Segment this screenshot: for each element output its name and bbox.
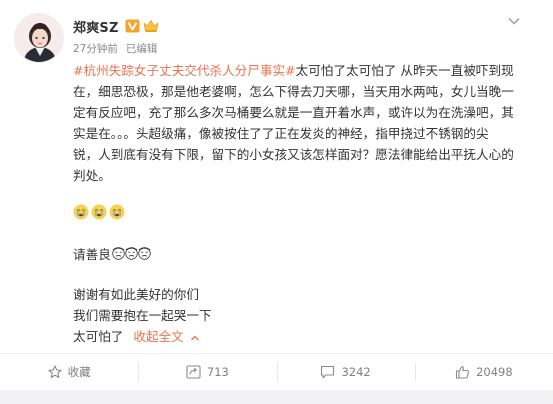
- sad-face-icon: [125, 247, 138, 260]
- edited-label: 已编辑: [125, 43, 158, 55]
- like-button[interactable]: 20498: [414, 354, 553, 390]
- collapse-label: 收起全文: [133, 329, 184, 344]
- repost-icon: [186, 365, 201, 379]
- body-line: 锐，人到底有没有下限，留下的小女孩又该怎样面对？愿法律能给出平抚人心的: [73, 147, 514, 162]
- body-line: 定有反应吧，充了那么多次马桶要么就是一直开着水声，或许以为在洗澡吧，其: [73, 105, 514, 120]
- post-time[interactable]: 27分钟前: [73, 41, 118, 56]
- repost-count: 713: [206, 365, 229, 379]
- body-line: 在，细思恐极，那是他老婆啊，怎么下得去刀天哪，当天用水两吨，女儿当晚一: [73, 84, 514, 99]
- star-icon: [48, 365, 62, 379]
- sad-face-icon: [112, 247, 125, 260]
- repost-button[interactable]: 713: [138, 354, 276, 390]
- verified-badge-icon: [125, 19, 140, 33]
- crying-face-icon: [109, 204, 125, 220]
- comment-count: 3242: [341, 365, 371, 379]
- post-body: #杭州失踪女子丈夫交代杀人分尸事实#太可怕了太可怕了 从昨天一直被吓到现 在，细…: [73, 60, 520, 186]
- be-kind-line: 请善良: [73, 244, 151, 263]
- tail-line: 我们需要抱在一起哭一下: [73, 308, 212, 323]
- favorite-label: 收藏: [67, 365, 91, 379]
- body-line: 实是在。。。头超级痛，像被按住了了正在发炎的神经，指甲挠过不锈钢的尖: [73, 126, 489, 141]
- tail-line: 谢谢有如此美好的你们: [73, 287, 199, 302]
- chevron-up-icon: [190, 335, 199, 340]
- user-name-row: 郑爽SZ: [73, 17, 159, 36]
- comment-button[interactable]: 3242: [276, 354, 415, 390]
- crying-face-icon: [73, 204, 89, 220]
- like-count: 20498: [476, 365, 513, 379]
- user-name[interactable]: 郑爽SZ: [73, 17, 119, 36]
- sad-face-icon: [138, 247, 151, 260]
- crown-icon[interactable]: [143, 19, 159, 33]
- topic-link[interactable]: #杭州失踪女子丈夫交代杀人分尸事实#: [73, 63, 296, 78]
- tail-line: 太可怕了: [73, 329, 124, 344]
- favorite-button[interactable]: 收藏: [0, 354, 138, 390]
- bottom-spacer: [0, 390, 553, 404]
- crying-face-icon: [91, 204, 107, 220]
- post-tail: 谢谢有如此美好的你们 我们需要抱在一起哭一下 太可怕了 收起全文: [73, 284, 212, 347]
- weibo-post-card: 郑爽SZ 27分钟前 已编辑 #杭州失踪女子丈夫交代杀人分尸事实#太可怕了太可怕…: [0, 0, 553, 404]
- post-meta: 27分钟前 已编辑: [73, 41, 157, 56]
- be-kind-text: 请善良: [73, 247, 111, 262]
- avatar[interactable]: [14, 13, 64, 63]
- crying-emoji-row: [73, 204, 125, 220]
- tail-last-line: 太可怕了 收起全文: [73, 326, 212, 347]
- collapse-text-link[interactable]: 收起全文: [133, 329, 199, 344]
- emoji-group: [112, 247, 151, 260]
- more-options-button[interactable]: [505, 12, 523, 30]
- chevron-down-icon: [508, 18, 520, 25]
- body-line: 判处。: [73, 168, 111, 183]
- action-bar: 收藏 713 3242 20498: [0, 354, 553, 390]
- comment-icon: [321, 365, 335, 379]
- body-line: 太可怕了太可怕了 从昨天一直被吓到现: [295, 63, 514, 78]
- thumbs-up-icon: [456, 365, 469, 379]
